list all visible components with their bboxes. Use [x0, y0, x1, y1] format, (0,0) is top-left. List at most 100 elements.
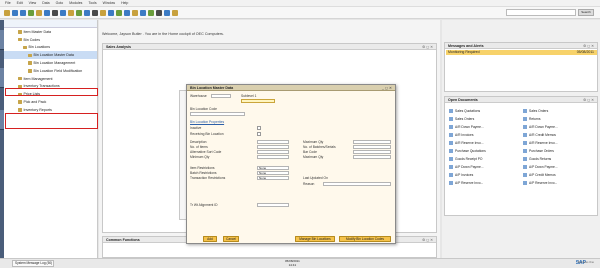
nav-item-bin-location-master-data[interactable]: Bin Location Master Data [4, 51, 97, 60]
open-document-link[interactable]: A/R Credit Memos [523, 131, 558, 139]
open-document-label: A/P Reserve Invo... [529, 181, 558, 185]
document-icon [449, 141, 453, 145]
dialog-title-bar[interactable]: Bin Location Master Data _ ◻ ✕ [187, 85, 395, 91]
toolbar-icon[interactable] [156, 9, 162, 16]
open-document-link[interactable]: A/R Reserve Invo... [449, 139, 486, 147]
open-document-link[interactable]: Goods Receipt PO [449, 155, 486, 163]
cancel-button[interactable]: Cancel [223, 236, 239, 242]
open-document-link[interactable]: A/R Down Payme... [523, 123, 558, 131]
toolbar-icon[interactable] [164, 9, 170, 16]
modify-bin-codes-button[interactable]: Modify Bin Location Codes [339, 236, 391, 242]
toolbar-icon[interactable] [148, 9, 154, 16]
open-document-link[interactable]: A/P Reserve Invo... [449, 179, 486, 187]
open-document-label: A/R Down Payme... [455, 125, 484, 129]
description-field[interactable] [257, 140, 289, 144]
batch-restrictions-select[interactable]: None [257, 171, 289, 175]
warehouse-field[interactable] [211, 94, 231, 98]
open-documents-title: Open Documents ⚙ ◻ ✕ [445, 97, 597, 103]
add-button[interactable]: Add [203, 236, 217, 242]
panel-controls-icon[interactable]: ⚙ ◻ ✕ [422, 237, 433, 243]
receiving-checkbox[interactable] [257, 132, 261, 136]
open-document-link[interactable]: A/P Down Payme... [523, 163, 558, 171]
menu-item-tools[interactable]: Tools [88, 1, 96, 5]
toolbar-icon[interactable] [92, 9, 98, 16]
menu-item-file[interactable]: File [5, 1, 11, 5]
open-document-link[interactable]: A/P Down Payme... [449, 163, 486, 171]
toolbar-icon[interactable] [116, 9, 122, 16]
toolbar-icon[interactable] [140, 9, 146, 16]
toolbar-icon[interactable] [52, 9, 58, 16]
nav-item-bin-location-field-modification[interactable]: Bin Location Field Modification [4, 67, 97, 75]
panel-controls-icon[interactable]: ⚙ ◻ ✕ [583, 97, 594, 103]
max-qty-field[interactable] [353, 155, 391, 159]
menu-item-window[interactable]: Window [103, 1, 115, 5]
search-button[interactable]: Search [578, 9, 594, 16]
alert-row[interactable]: Monitoring Required 05/08/2011 [446, 50, 597, 55]
inactive-checkbox[interactable] [257, 126, 261, 130]
menu-item-view[interactable]: View [29, 1, 37, 5]
open-document-link[interactable]: Sales Orders [523, 107, 558, 115]
menu-item-edit[interactable]: Edit [17, 1, 23, 5]
bar-code-field[interactable] [353, 150, 391, 154]
open-document-link[interactable]: Purchase Quotations [449, 147, 486, 155]
menu-item-help[interactable]: Help [121, 1, 128, 5]
alt-sort-field[interactable] [257, 150, 289, 154]
document-icon [523, 109, 527, 113]
uom-field[interactable] [257, 203, 289, 207]
bin-properties-link[interactable]: Bin Location Properties [190, 120, 224, 124]
toolbar-icon[interactable] [124, 9, 130, 16]
nav-item-label: Item Master Data [23, 29, 52, 34]
toolbar-icon[interactable] [100, 9, 106, 16]
no-batches-field[interactable] [353, 145, 391, 149]
nav-item-item-management[interactable]: Item Management [4, 75, 97, 83]
nav-item-bin-locations[interactable]: Bin Locations [4, 44, 97, 52]
manage-bin-locations-button[interactable]: Manage Bin Locations [295, 236, 335, 242]
open-document-link[interactable]: Returns [523, 115, 558, 123]
toolbar-icon[interactable] [36, 9, 42, 16]
toolbar-icon[interactable] [28, 9, 34, 16]
max-qty-top-field[interactable] [353, 140, 391, 144]
toolbar-icon[interactable] [132, 9, 138, 16]
menu-item-modules[interactable]: Modules [69, 1, 82, 5]
open-document-link[interactable]: Sales Quotations [449, 107, 486, 115]
toolbar-icon[interactable] [108, 9, 114, 16]
transaction-restrictions-select[interactable]: None [257, 176, 289, 180]
nav-item-item-master-data[interactable]: Item Master Data [4, 28, 97, 36]
reason-field[interactable] [323, 182, 391, 186]
sales-analysis-title: Sales Analysis ⚙ ◻ ✕ [103, 44, 436, 50]
nav-item-pick-and-pack[interactable]: Pick and Pack [4, 98, 97, 106]
open-document-link[interactable]: A/P Reserve Invo... [523, 179, 558, 187]
system-message-log-tab[interactable]: System Message Log (50) [12, 260, 54, 267]
open-document-link[interactable]: A/R Reserve Invo... [523, 139, 558, 147]
toolbar-icon[interactable] [20, 9, 26, 16]
item-restrictions-select[interactable]: None [257, 166, 289, 170]
no-items-label: No. of Items [190, 145, 208, 149]
menu-item-goto[interactable]: Goto [56, 1, 64, 5]
toolbar-icon[interactable] [68, 9, 74, 16]
toolbar-icon[interactable] [172, 9, 178, 16]
sublevel-field[interactable] [241, 99, 275, 103]
no-items-field[interactable] [257, 145, 289, 149]
open-document-link[interactable]: A/P Invoices [449, 171, 486, 179]
open-document-link[interactable]: Goods Returns [523, 155, 558, 163]
toolbar-icon[interactable] [12, 9, 18, 16]
toolbar-icon[interactable] [44, 9, 50, 16]
bin-code-field[interactable] [190, 112, 245, 116]
open-document-link[interactable]: A/P Credit Memos [523, 171, 558, 179]
menu-item-data[interactable]: Data [42, 1, 49, 5]
window-controls-icon[interactable]: _ ◻ ✕ [382, 85, 392, 91]
open-document-link[interactable]: A/R Down Payme... [449, 123, 486, 131]
toolbar-icon[interactable] [76, 9, 82, 16]
toolbar-icon[interactable] [4, 9, 10, 16]
nav-item-bin-codes[interactable]: Bin Codes [4, 36, 97, 44]
open-document-link[interactable]: Purchase Orders [523, 147, 558, 155]
panel-controls-icon[interactable]: ⚙ ◻ ✕ [583, 43, 594, 49]
search-input[interactable] [506, 9, 576, 16]
toolbar-icon[interactable] [60, 9, 66, 16]
toolbar-icon[interactable] [84, 9, 90, 16]
open-document-link[interactable]: A/R Invoices [449, 131, 486, 139]
nav-item-bin-location-management[interactable]: Bin Location Management [4, 59, 97, 67]
open-document-link[interactable]: Sales Orders [449, 115, 486, 123]
panel-controls-icon[interactable]: ⚙ ◻ ✕ [422, 44, 433, 50]
min-qty-field[interactable] [257, 155, 289, 159]
